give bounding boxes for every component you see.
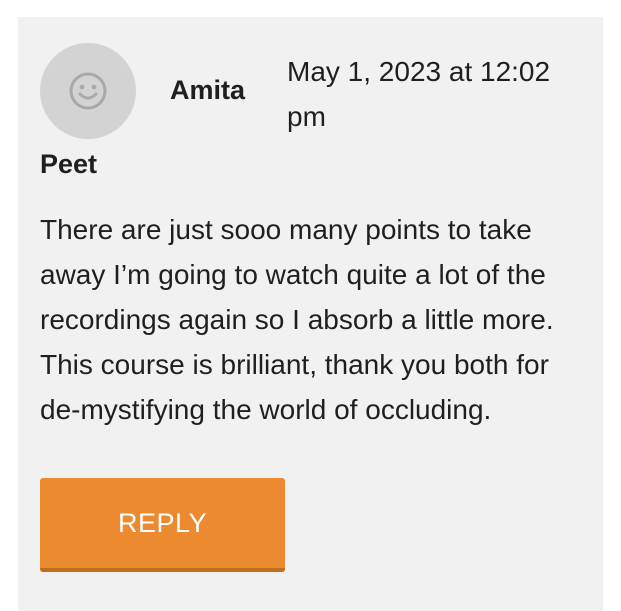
comment-date-line-1: May 1, 2023 at 12:02 — [287, 56, 551, 87]
comment-date-line-2: pm — [287, 101, 326, 132]
comment-body-line: This course is brilliant, thank you both… — [40, 349, 549, 380]
smiley-face-icon — [69, 72, 107, 110]
comment-body-line: away I’m going to watch quite a lot of t… — [40, 259, 546, 290]
author-name-first: Amita — [170, 75, 246, 105]
comment-body-line: There are just sooo many points to take — [40, 214, 532, 245]
comment-date[interactable]: May 1, 2023 at 12:02 pm — [287, 49, 587, 139]
comment-body: There are just sooo many points to take … — [40, 207, 585, 432]
author-name-last: Peet — [40, 149, 98, 179]
reply-button[interactable]: REPLY — [40, 478, 285, 572]
comment-body-line: recordings again so I absorb a little mo… — [40, 304, 554, 335]
comment-card: Amita Peet May 1, 2023 at 12:02 pm There… — [18, 17, 603, 611]
comment-body-line: de-mystifying the world of occluding. — [40, 394, 492, 425]
avatar[interactable] — [40, 43, 136, 139]
